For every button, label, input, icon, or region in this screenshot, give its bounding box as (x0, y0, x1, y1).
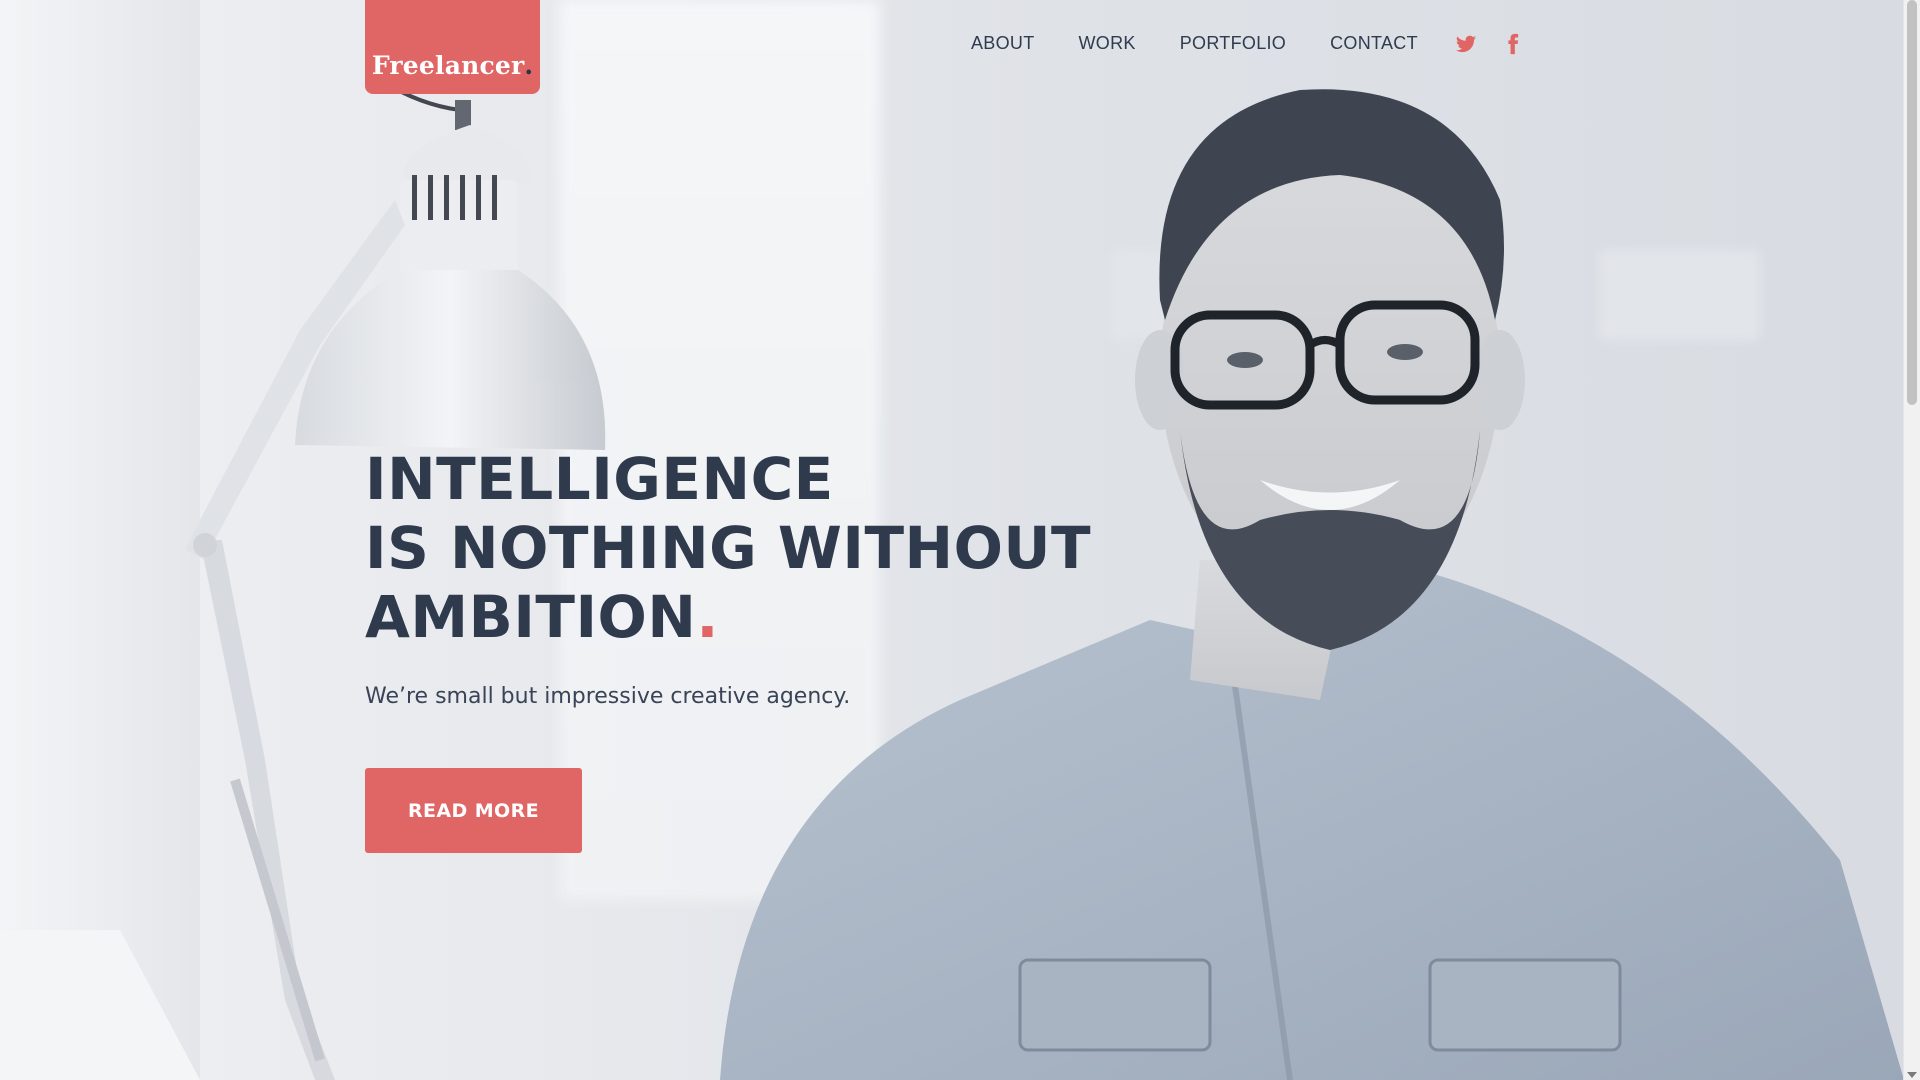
scrollbar-thumb[interactable] (1907, 0, 1917, 405)
logo[interactable]: Freelancer. (365, 0, 540, 94)
logo-dot: . (524, 51, 534, 80)
headline-line-3-text: AMBITION (365, 583, 697, 651)
nav-link-contact[interactable]: CONTACT (1330, 33, 1418, 54)
page-scrollbar[interactable] (1903, 0, 1920, 1080)
desk-surface (0, 930, 200, 1080)
nav-link-portfolio[interactable]: PORTFOLIO (1180, 33, 1286, 54)
read-more-button[interactable]: READ MORE (365, 768, 582, 853)
main-nav: ABOUT WORK PORTFOLIO CONTACT (971, 33, 1462, 54)
headline-line-2: IS NOTHING WITHOUT (365, 514, 1092, 582)
headline-line-3: AMBITION. (365, 583, 1091, 652)
hero-tagline: We’re small but impressive creative agen… (365, 684, 851, 709)
social-links (1455, 33, 1524, 55)
hero-section: Freelancer. ABOUT WORK PORTFOLIO CONTACT… (0, 0, 1904, 1080)
twitter-icon[interactable] (1455, 33, 1477, 55)
logo-text: Freelancer (371, 51, 525, 80)
headline-accent-dot: . (696, 583, 719, 651)
nav-link-about[interactable]: ABOUT (971, 33, 1035, 54)
hero-headline: INTELLIGENCE IS NOTHING WITHOUT AMBITION… (365, 445, 1091, 652)
headline-line-1: INTELLIGENCE (365, 445, 834, 513)
nav-link-work[interactable]: WORK (1079, 33, 1136, 54)
scroll-down-arrow-icon[interactable] (1907, 1072, 1917, 1078)
facebook-icon[interactable] (1502, 33, 1524, 55)
